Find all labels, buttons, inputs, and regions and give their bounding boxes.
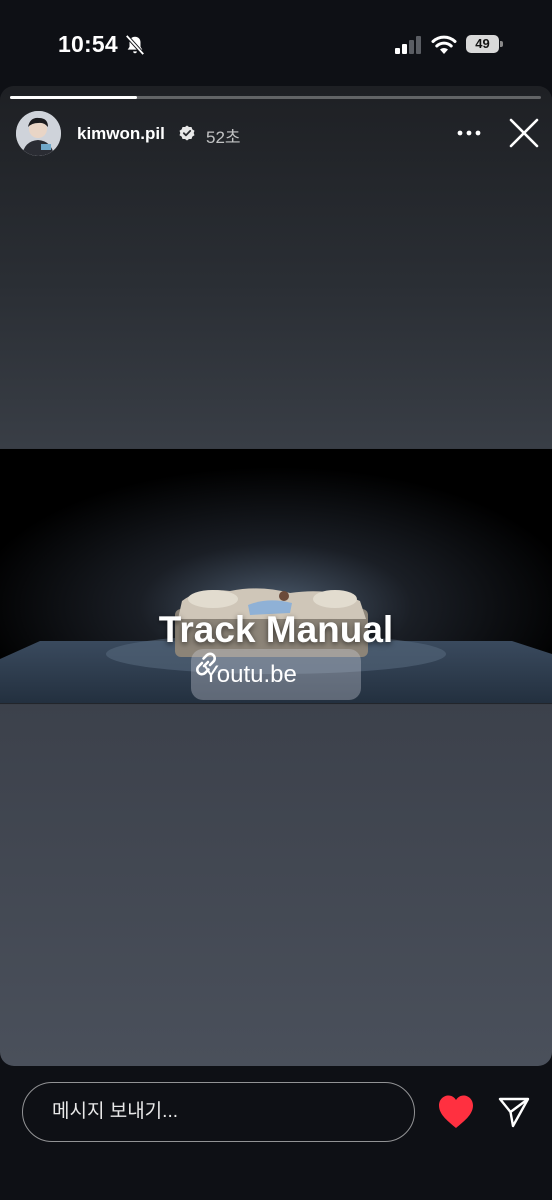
- link-icon: [196, 652, 216, 676]
- story-time-ago: 52초: [206, 128, 241, 147]
- bell-slash-icon: [125, 34, 145, 56]
- status-bar: 10:54 49: [0, 0, 552, 86]
- story-title: Track Manual: [158, 609, 394, 650]
- story-header: kimwon.pil 52초: [0, 111, 552, 161]
- battery-icon: 49: [466, 35, 504, 53]
- wifi-icon: [431, 35, 457, 54]
- avatar[interactable]: [16, 111, 61, 156]
- story-viewer[interactable]: kimwon.pil 52초 Track Manual Youtu.be: [0, 86, 552, 1066]
- story-progress-fill: [10, 96, 138, 99]
- send-icon[interactable]: [497, 1095, 531, 1129]
- heart-icon[interactable]: [437, 1094, 475, 1130]
- more-options-icon[interactable]: [457, 123, 481, 143]
- link-sticker[interactable]: Youtu.be: [191, 649, 361, 700]
- message-input[interactable]: [22, 1082, 415, 1142]
- signal-icon: [395, 36, 421, 54]
- story-video-thumbnail[interactable]: Track Manual Youtu.be: [0, 449, 552, 703]
- story-progress-bar: [10, 96, 541, 99]
- verified-badge-icon: [179, 125, 195, 141]
- battery-level: 49: [466, 35, 499, 53]
- close-icon[interactable]: [508, 117, 540, 149]
- username[interactable]: kimwon.pil: [77, 124, 165, 144]
- status-time: 10:54: [58, 31, 118, 57]
